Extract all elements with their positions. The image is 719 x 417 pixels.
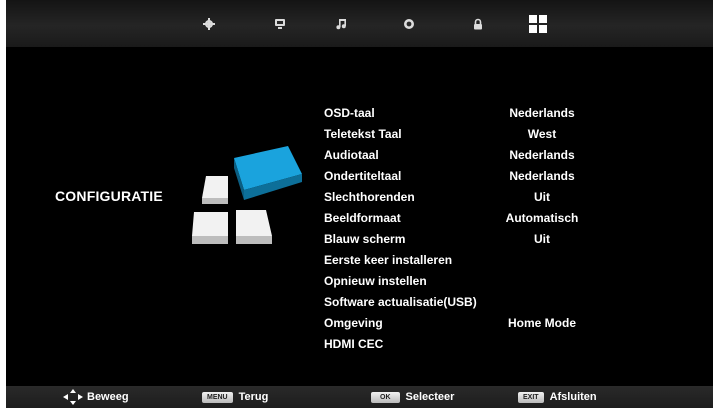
menu-item-value: Automatisch <box>505 211 579 225</box>
menu-item-value: Nederlands <box>509 148 575 162</box>
menu-item-aspect-ratio[interactable]: Beeldformaat Automatisch <box>324 209 624 227</box>
menu-item-label: Omgeving <box>324 316 383 330</box>
menu-item-teletext-language[interactable]: Teletekst Taal West <box>324 125 624 143</box>
exit-hint-label: Afsluiten <box>549 391 597 403</box>
menu-item-software-update[interactable]: Software actualisatie(USB) <box>324 293 624 311</box>
page-title: CONFIGURATIE <box>55 188 163 204</box>
music-note-icon[interactable] <box>334 17 348 31</box>
menu-item-audio-language[interactable]: Audiotaal Nederlands <box>324 146 624 164</box>
menu-item-blue-screen[interactable]: Blauw scherm Uit <box>324 230 624 248</box>
picture-settings-icon[interactable] <box>202 17 216 31</box>
menu-item-value: Uit <box>534 190 550 204</box>
setup-emblem-icon <box>192 146 302 244</box>
menu-item-osd-language[interactable]: OSD-taal Nederlands <box>324 104 624 122</box>
exit-hint[interactable]: EXIT Afsluiten <box>518 386 597 408</box>
select-hint-label: Selecteer <box>405 391 455 403</box>
top-menu-bar <box>6 0 713 47</box>
ok-key-button[interactable]: OK <box>371 391 400 403</box>
menu-key-button[interactable]: MENU <box>202 391 233 403</box>
select-hint[interactable]: OK Selecteer <box>371 386 454 408</box>
exit-key-button[interactable]: EXIT <box>518 391 544 403</box>
menu-item-label: HDMI CEC <box>324 337 384 351</box>
menu-item-hard-of-hearing[interactable]: Slechthorenden Uit <box>324 188 624 206</box>
menu-item-first-time-install[interactable]: Eerste keer installeren <box>324 251 624 269</box>
lock-icon[interactable] <box>471 17 485 31</box>
menu-item-value: Nederlands <box>509 169 575 183</box>
menu-item-label: Software actualisatie(USB) <box>324 295 477 309</box>
menu-item-label: Blauw scherm <box>324 232 406 246</box>
menu-item-value: Nederlands <box>509 106 575 120</box>
menu-item-label: Slechthorenden <box>324 190 415 204</box>
menu-item-reset[interactable]: Opnieuw instellen <box>324 272 624 290</box>
menu-item-label: Teletekst Taal <box>324 127 402 141</box>
back-hint[interactable]: MENU Terug <box>202 386 268 408</box>
move-hint: Beweeg <box>63 386 129 408</box>
menu-item-label: Eerste keer installeren <box>324 253 453 267</box>
menu-item-label: Opnieuw instellen <box>324 274 427 288</box>
menu-item-hdmi-cec[interactable]: HDMI CEC <box>324 335 624 353</box>
back-hint-label: Terug <box>238 391 269 403</box>
dpad-arrows-icon <box>63 389 83 405</box>
clock-icon[interactable] <box>402 17 416 31</box>
menu-item-value: Home Mode <box>507 316 576 330</box>
menu-item-value: Uit <box>534 232 550 246</box>
menu-item-subtitle-language[interactable]: Ondertiteltaal Nederlands <box>324 167 624 185</box>
setup-grid-icon[interactable] <box>528 14 548 34</box>
tv-screen: CONFIGURATIE OSD-taal Nederlands Teletek… <box>6 0 713 408</box>
menu-item-label: Ondertiteltaal <box>324 169 402 183</box>
menu-item-environment[interactable]: Omgeving Home Mode <box>324 314 624 332</box>
menu-item-value: West <box>527 127 557 141</box>
menu-item-label: Beeldformaat <box>324 211 401 225</box>
menu-item-label: Audiotaal <box>324 148 379 162</box>
move-hint-label: Beweeg <box>87 391 129 403</box>
footer-hint-bar: Beweeg MENU Terug OK Selecteer EXIT Afsl… <box>6 386 713 408</box>
tv-screen-icon[interactable] <box>273 17 287 31</box>
menu-item-label: OSD-taal <box>324 106 375 120</box>
